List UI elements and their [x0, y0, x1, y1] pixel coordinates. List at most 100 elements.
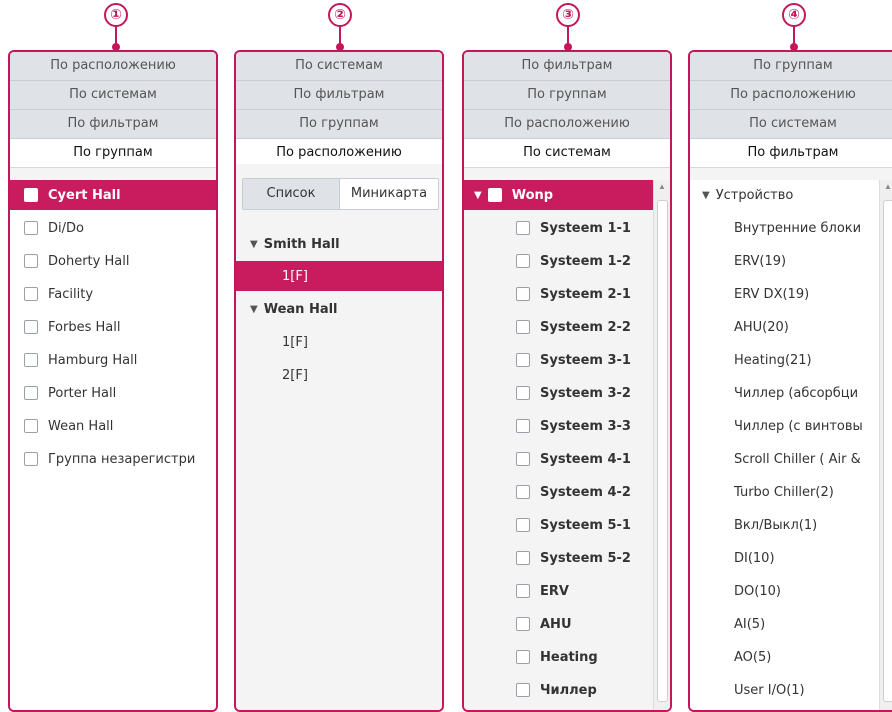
list-item[interactable]: Systeem 1-2	[464, 246, 670, 276]
list-item[interactable]: Systeem 2-1	[464, 279, 670, 309]
expand-triangle-icon[interactable]: ▼	[250, 304, 258, 315]
tree-node-building[interactable]: ▼ Smith Hall	[236, 229, 442, 259]
list-item[interactable]: ERV(19)	[690, 246, 892, 276]
tab-by-systems[interactable]: По системам	[690, 110, 892, 139]
scroll-up-icon[interactable]: ▲	[654, 182, 670, 191]
expand-triangle-icon[interactable]: ▼	[250, 239, 258, 250]
list-item[interactable]: Systeem 4-2	[464, 477, 670, 507]
checkbox[interactable]	[516, 650, 530, 664]
list-item[interactable]: Systeem 3-1	[464, 345, 670, 375]
checkbox[interactable]	[24, 254, 38, 268]
list-item[interactable]: Systeem 3-2	[464, 378, 670, 408]
tab-by-location[interactable]: По расположению	[464, 110, 670, 139]
checkbox[interactable]	[516, 485, 530, 499]
tree-node-building[interactable]: ▼ Wean Hall	[236, 294, 442, 324]
tree-node-floor[interactable]: 2[F]	[236, 360, 442, 390]
scrollbar[interactable]: ▲	[653, 180, 670, 710]
list-item[interactable]: Porter Hall	[10, 378, 216, 408]
list-item[interactable]: Systeem 1-1	[464, 213, 670, 243]
callout-1: ①	[104, 0, 130, 51]
list-item[interactable]: Вкл/Выкл(1)	[690, 510, 892, 540]
checkbox[interactable]	[24, 188, 38, 202]
tab-by-location[interactable]: По расположению	[10, 52, 216, 81]
tab-by-groups[interactable]: По группам	[464, 81, 670, 110]
list-item[interactable]: Scroll Chiller ( Air &	[690, 444, 892, 474]
list-item[interactable]: Systeem 5-2	[464, 543, 670, 573]
checkbox[interactable]	[516, 320, 530, 334]
scroll-up-icon[interactable]: ▲	[880, 182, 892, 191]
tab-by-systems[interactable]: По системам	[10, 81, 216, 110]
list-item[interactable]: Di/Do	[10, 213, 216, 243]
checkbox[interactable]	[24, 419, 38, 433]
tab-by-filters[interactable]: По фильтрам	[236, 81, 442, 110]
checkbox[interactable]	[24, 287, 38, 301]
list-item[interactable]: Чиллер (с винтовы	[690, 411, 892, 441]
checkbox[interactable]	[516, 683, 530, 697]
list-item[interactable]: Hamburg Hall	[10, 345, 216, 375]
tab-by-groups[interactable]: По группам	[690, 52, 892, 81]
list-item[interactable]: DI(10)	[690, 543, 892, 573]
tab-by-filters[interactable]: По фильтрам	[464, 52, 670, 81]
tab-by-filters[interactable]: По фильтрам	[10, 110, 216, 139]
list-item[interactable]: Чиллер (абсорбци	[690, 378, 892, 408]
tab-by-groups[interactable]: По группам	[236, 110, 442, 139]
list-item[interactable]: Внутренние блоки	[690, 213, 892, 243]
tree-root[interactable]: ▼ Устройство	[690, 180, 892, 210]
scroll-thumb[interactable]	[657, 200, 668, 702]
checkbox[interactable]	[24, 353, 38, 367]
list-item[interactable]: Systeem 3-3	[464, 411, 670, 441]
list-item[interactable]: Wean Hall	[10, 411, 216, 441]
expand-triangle-icon[interactable]: ▼	[702, 190, 710, 201]
tab-by-systems[interactable]: По системам	[464, 139, 670, 168]
list-item[interactable]: AHU(20)	[690, 312, 892, 342]
checkbox[interactable]	[24, 320, 38, 334]
checkbox[interactable]	[516, 419, 530, 433]
list-item[interactable]: AI(5)	[690, 609, 892, 639]
expand-triangle-icon[interactable]: ▼	[474, 190, 482, 201]
list-item[interactable]: Facility	[10, 279, 216, 309]
tree-node-floor[interactable]: 1[F]	[236, 327, 442, 357]
checkbox[interactable]	[24, 386, 38, 400]
checkbox[interactable]	[516, 518, 530, 532]
list-item[interactable]: Cyert Hall	[10, 180, 216, 210]
list-item[interactable]: User I/O(1)	[690, 675, 892, 705]
list-item[interactable]: ERV	[464, 576, 670, 606]
tree-root[interactable]: ▼ Wonp	[464, 180, 654, 210]
list-item[interactable]: Forbes Hall	[10, 312, 216, 342]
checkbox[interactable]	[24, 452, 38, 466]
minimap-view-button[interactable]: Миникарта	[340, 179, 438, 209]
tab-by-systems[interactable]: По системам	[236, 52, 442, 81]
checkbox[interactable]	[516, 221, 530, 235]
list-item[interactable]: DO(10)	[690, 576, 892, 606]
list-item[interactable]: Heating	[464, 642, 670, 672]
checkbox[interactable]	[516, 287, 530, 301]
scroll-thumb[interactable]	[883, 200, 892, 702]
checkbox[interactable]	[516, 617, 530, 631]
checkbox[interactable]	[516, 386, 530, 400]
list-item[interactable]: AO(5)	[690, 642, 892, 672]
list-item[interactable]: Systeem 5-1	[464, 510, 670, 540]
checkbox[interactable]	[487, 188, 502, 202]
list-item[interactable]: AHU	[464, 609, 670, 639]
checkbox[interactable]	[516, 452, 530, 466]
list-item[interactable]: Чиллер	[464, 675, 670, 705]
callout-number: ④	[782, 3, 806, 27]
list-item[interactable]: Turbo Chiller(2)	[690, 477, 892, 507]
scrollbar[interactable]: ▲	[879, 180, 892, 710]
list-item[interactable]: Systeem 2-2	[464, 312, 670, 342]
list-item[interactable]: Heating(21)	[690, 345, 892, 375]
checkbox[interactable]	[516, 353, 530, 367]
list-item[interactable]: ERV DX(19)	[690, 279, 892, 309]
list-view-button[interactable]: Список	[243, 179, 340, 209]
list-item[interactable]: Systeem 4-1	[464, 444, 670, 474]
checkbox[interactable]	[516, 584, 530, 598]
checkbox[interactable]	[516, 254, 530, 268]
tab-by-location[interactable]: По расположению	[690, 81, 892, 110]
tab-by-filters[interactable]: По фильтрам	[690, 139, 892, 168]
checkbox[interactable]	[516, 551, 530, 565]
checkbox[interactable]	[24, 221, 38, 235]
tree-node-floor[interactable]: 1[F]	[236, 261, 442, 291]
tab-by-groups[interactable]: По группам	[10, 139, 216, 168]
list-item[interactable]: Doherty Hall	[10, 246, 216, 276]
list-item[interactable]: Группа незарегистри	[10, 444, 216, 474]
